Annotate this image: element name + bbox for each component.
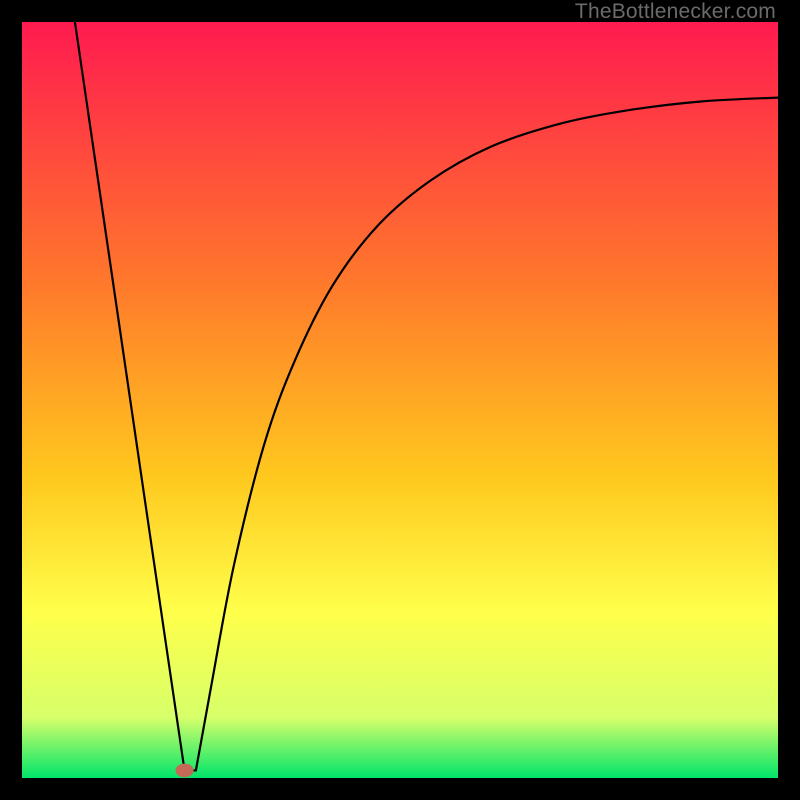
marker-dot: [175, 764, 193, 778]
watermark-label: TheBottlenecker.com: [575, 0, 776, 24]
chart-frame: TheBottlenecker.com: [0, 0, 800, 800]
plot-area: [22, 22, 778, 778]
gradient-background: [22, 22, 778, 778]
bottleneck-chart: [22, 22, 778, 778]
